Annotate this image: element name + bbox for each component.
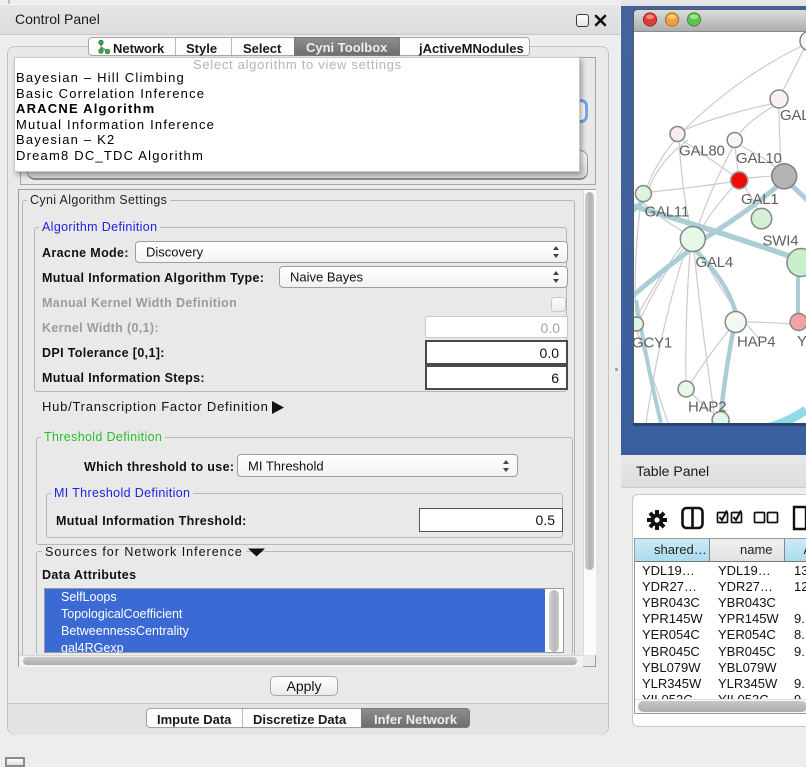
svg-text:YMR: YMR [797, 333, 806, 350]
svg-text:GAL10: GAL10 [736, 150, 782, 167]
svg-text:GAL7: GAL7 [780, 107, 806, 124]
svg-text:GAL80: GAL80 [679, 143, 725, 160]
svg-text:HAP2: HAP2 [688, 399, 726, 416]
svg-text:GAL1: GAL1 [741, 191, 779, 208]
svg-text:GAL4: GAL4 [696, 254, 734, 271]
svg-text:GCY1: GCY1 [634, 335, 672, 352]
svg-text:HAP4: HAP4 [737, 334, 775, 351]
svg-text:SWI4: SWI4 [763, 233, 799, 250]
svg-text:GAL11: GAL11 [645, 204, 690, 221]
